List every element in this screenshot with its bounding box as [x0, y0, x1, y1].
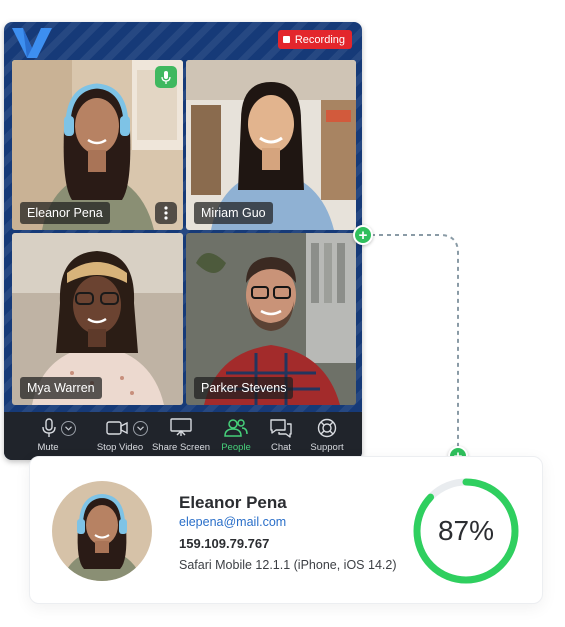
- video-call-window: Recording Eleanor Pena Miriam Guo Mya Wa…: [4, 22, 362, 460]
- participant-name-label: Parker Stevens: [194, 377, 294, 399]
- recording-label: Recording: [294, 33, 345, 46]
- stop-video-label: Stop Video: [96, 442, 144, 453]
- profile-ip-address: 159.109.79.767: [179, 536, 270, 551]
- record-icon: [282, 36, 290, 43]
- support-label: Support: [310, 442, 344, 453]
- microphone-icon: [42, 418, 56, 437]
- profile-email-link[interactable]: elepena@mail.com: [179, 515, 286, 529]
- brand-logo: [12, 28, 52, 58]
- chat-label: Chat: [270, 442, 292, 453]
- participant-profile-card: Eleanor Pena elepena@mail.com 159.109.79…: [29, 456, 543, 604]
- people-button[interactable]: People: [210, 412, 262, 460]
- people-icon: [224, 419, 248, 437]
- video-camera-icon: [106, 421, 128, 435]
- profile-name: Eleanor Pena: [179, 493, 287, 512]
- support-button[interactable]: Support: [302, 412, 352, 460]
- lifebuoy-icon: [317, 418, 337, 438]
- participant-name-label: Mya Warren: [20, 377, 102, 399]
- video-tile-mya-warren[interactable]: Mya Warren: [12, 233, 183, 405]
- people-label: People: [221, 442, 251, 453]
- more-options-icon[interactable]: [155, 202, 177, 224]
- participant-name-label: Eleanor Pena: [20, 202, 110, 224]
- chat-icon: [270, 419, 292, 438]
- mute-label: Mute: [37, 442, 59, 453]
- call-toolbar: Mute Stop Video Share Screen People Chat…: [4, 412, 362, 460]
- plus-icon[interactable]: +: [353, 225, 373, 245]
- video-tile-miriam-guo[interactable]: Miriam Guo: [186, 60, 356, 230]
- avatar: [52, 481, 152, 581]
- chat-button[interactable]: Chat: [257, 412, 305, 460]
- profile-device-info: Safari Mobile 12.1.1 (iPhone, iOS 14.2): [179, 558, 397, 572]
- chevron-down-icon[interactable]: [61, 420, 76, 436]
- chevron-down-icon[interactable]: [133, 420, 148, 436]
- mute-button[interactable]: Mute: [24, 412, 94, 460]
- video-tile-eleanor-pena[interactable]: Eleanor Pena: [12, 60, 183, 230]
- score-percentage: 87%: [437, 515, 495, 546]
- share-screen-label: Share Screen: [151, 442, 211, 453]
- share-screen-icon: [170, 418, 192, 436]
- video-tile-parker-stevens[interactable]: Parker Stevens: [186, 233, 356, 405]
- share-screen-button[interactable]: Share Screen: [150, 412, 212, 460]
- speaking-microphone-icon: [155, 66, 177, 88]
- participant-name-label: Miriam Guo: [194, 202, 273, 224]
- recording-badge: Recording: [277, 30, 352, 49]
